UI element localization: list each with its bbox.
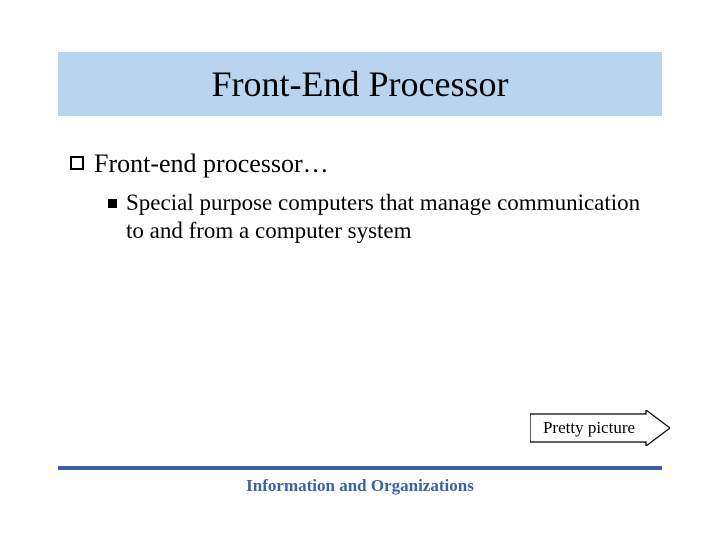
list-item: Special purpose computers that manage co… (108, 189, 660, 247)
slide-content: Front-end processor… Special purpose com… (70, 148, 660, 246)
footer-divider (58, 466, 662, 470)
bullet-text: Front-end processor… (94, 148, 329, 181)
slide-title: Front-End Processor (212, 63, 509, 105)
footer-text: Information and Organizations (0, 476, 720, 496)
pretty-picture-label: Pretty picture (530, 410, 648, 446)
list-item: Front-end processor… (70, 148, 660, 181)
slide-title-band: Front-End Processor (58, 52, 662, 116)
square-bullet-icon (70, 156, 84, 170)
bullet-text: Special purpose computers that manage co… (126, 189, 660, 247)
pretty-picture-button[interactable]: Pretty picture (530, 410, 670, 446)
square-bullet-icon (108, 199, 117, 208)
